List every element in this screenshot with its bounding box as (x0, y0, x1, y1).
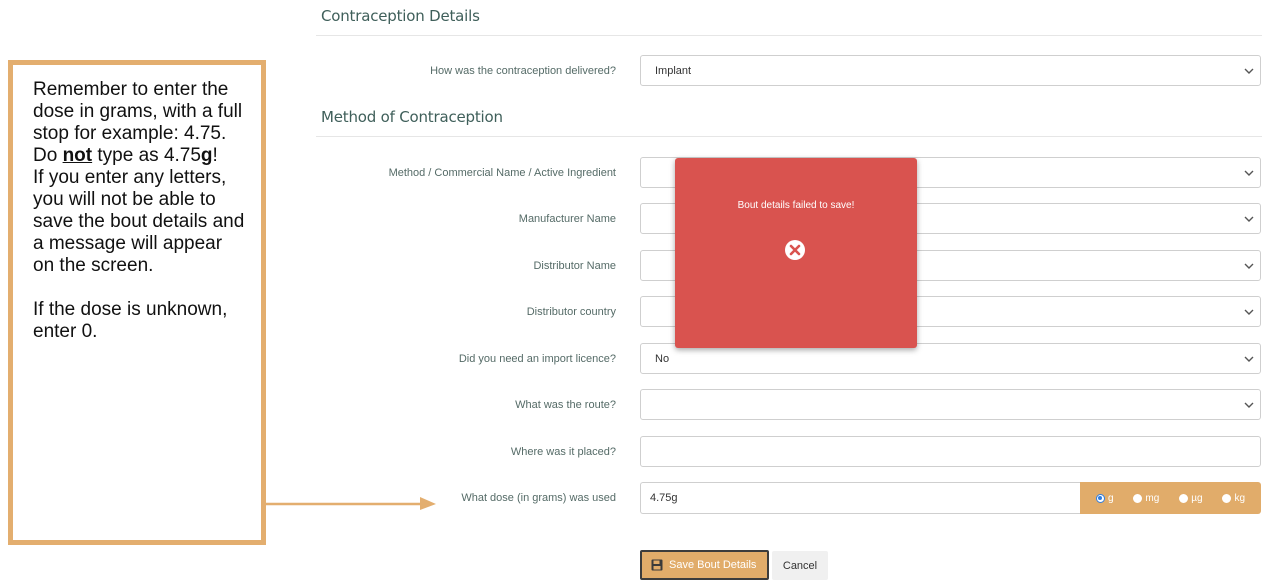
radio-icon (1222, 493, 1232, 503)
section-divider (316, 136, 1262, 137)
section-title-contraception-details: Contraception Details (321, 7, 480, 25)
unit-label: mg (1145, 492, 1160, 504)
chevron-down-icon (1244, 309, 1254, 315)
delivery-select[interactable]: Implant (640, 55, 1261, 86)
dose-unit-radio-group: g mg µg kg (1080, 482, 1261, 514)
unit-label: µg (1191, 492, 1203, 504)
chevron-down-icon (1244, 68, 1254, 74)
unit-radio-g[interactable]: g (1095, 492, 1114, 504)
placement-input[interactable] (640, 436, 1261, 467)
note-emphasis-not: not (62, 145, 93, 166)
cancel-button[interactable]: Cancel (772, 551, 828, 580)
chevron-down-icon (1244, 170, 1254, 176)
section-divider (316, 35, 1262, 36)
error-popup: Bout details failed to save! (675, 158, 917, 348)
note-bang: ! (212, 145, 218, 166)
save-bout-details-button[interactable]: Save Bout Details (640, 550, 769, 580)
unit-label: kg (1234, 492, 1246, 504)
chevron-down-icon (1244, 216, 1254, 222)
label-distributor-country: Distributor country (526, 306, 616, 318)
delivery-select-value: Implant (655, 64, 692, 77)
label-delivery: How was the contraception delivered? (430, 65, 616, 77)
radio-icon (1133, 493, 1143, 503)
label-import-licence: Did you need an import licence? (458, 353, 616, 365)
error-x-circle-icon (785, 240, 805, 260)
dose-input[interactable]: 4.75g (640, 482, 1080, 514)
unit-label: g (1107, 492, 1114, 504)
floppy-disk-icon (651, 559, 663, 571)
chevron-down-icon (1244, 402, 1254, 408)
unit-radio-kg[interactable]: kg (1222, 493, 1245, 504)
import-licence-select-value: No (655, 352, 670, 365)
dose-input-value: 4.75g (650, 492, 678, 504)
section-title-method-of-contraception: Method of Contraception (321, 108, 503, 126)
note-line: If you enter any letters, you will not b… (33, 167, 245, 276)
pointer-arrow-icon (266, 497, 436, 510)
unit-radio-ug[interactable]: µg (1179, 492, 1203, 504)
note-type-as: type as 4.75 (92, 145, 201, 166)
note-line: Remember to enter the dose in grams, wit… (33, 79, 243, 144)
radio-icon (1179, 493, 1189, 503)
unit-radio-mg[interactable]: mg (1133, 493, 1159, 504)
save-button-label: Save Bout Details (669, 559, 757, 571)
popup-message: Bout details failed to save! (737, 200, 855, 211)
route-select[interactable] (640, 389, 1261, 420)
label-distributor: Distributor Name (533, 260, 616, 272)
label-route: What was the route? (515, 399, 616, 411)
label-placement: Where was it placed? (510, 446, 616, 458)
note-do: Do (33, 145, 63, 166)
chevron-down-icon (1244, 263, 1254, 269)
note-emphasis-g: g (200, 145, 213, 166)
label-manufacturer: Manufacturer Name (518, 213, 616, 225)
chevron-down-icon (1244, 356, 1254, 362)
radio-icon (1095, 493, 1105, 503)
label-method: Method / Commercial Name / Active Ingred… (388, 167, 616, 179)
note-text: Remember to enter the dose in grams, wit… (33, 79, 248, 277)
note-text-unknown: If the dose is unknown, enter 0. (33, 299, 228, 342)
instruction-note: Remember to enter the dose in grams, wit… (8, 60, 266, 545)
